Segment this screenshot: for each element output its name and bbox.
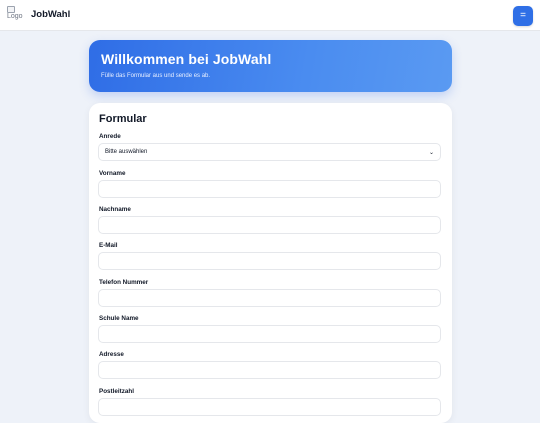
salutation-selected-value: Bitte auswählen — [105, 149, 148, 155]
postal-code-input[interactable] — [98, 398, 441, 416]
brand-name[interactable]: JobWahl — [31, 9, 70, 20]
school-name-input[interactable] — [98, 325, 441, 343]
salutation-select[interactable]: Bitte auswählen ⌄ — [98, 143, 441, 161]
school-name-label: Schule Name — [99, 315, 139, 322]
welcome-title: Willkommen bei JobWahl — [101, 51, 272, 67]
broken-image-icon — [7, 6, 15, 13]
form-title: Formular — [99, 113, 147, 125]
address-input[interactable] — [98, 361, 441, 379]
welcome-subtitle: Fülle das Formular aus und sende es ab. — [101, 73, 211, 79]
postal-code-label: Postleitzahl — [99, 388, 134, 395]
first-name-input[interactable] — [98, 180, 441, 198]
logo-image[interactable]: Logo — [7, 6, 25, 24]
chevron-down-icon: ⌄ — [428, 149, 434, 156]
salutation-label: Anrede — [99, 133, 121, 140]
welcome-banner: Willkommen bei JobWahl Fülle das Formula… — [89, 40, 452, 92]
last-name-label: Nachname — [99, 206, 131, 213]
phone-label: Telefon Nummer — [99, 279, 149, 286]
first-name-label: Vorname — [99, 170, 126, 177]
last-name-input[interactable] — [98, 216, 441, 234]
email-input[interactable] — [98, 252, 441, 270]
menu-button[interactable]: = — [513, 6, 533, 26]
address-label: Adresse — [99, 351, 124, 358]
form-card: Formular Anrede Bitte auswählen ⌄ Vornam… — [89, 103, 452, 423]
phone-input[interactable] — [98, 289, 441, 307]
top-navigation-bar: Logo JobWahl = — [0, 0, 540, 31]
email-label: E-Mail — [99, 242, 118, 249]
logo-alt-text: Logo — [7, 13, 23, 20]
menu-icon: = — [520, 10, 526, 21]
